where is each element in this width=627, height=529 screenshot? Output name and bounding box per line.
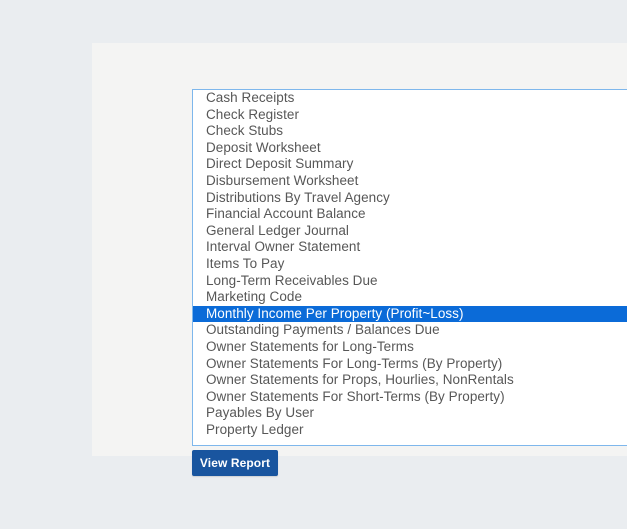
report-option[interactable]: Deposit Worksheet — [193, 140, 627, 157]
report-option[interactable]: Direct Deposit Summary — [193, 156, 627, 173]
report-listbox[interactable]: Cash Receipts Check Register Check Stubs De… — [192, 89, 627, 446]
report-option[interactable]: Interval Owner Statement — [193, 239, 627, 256]
report-option[interactable]: Property Ledger — [193, 422, 627, 439]
report-option[interactable]: Distributions By Travel Agency — [193, 190, 627, 207]
report-option-selected[interactable]: Monthly Income Per Property (Profit~Loss… — [193, 305, 627, 323]
report-option[interactable]: Owner Statements For Long-Terms (By Prop… — [193, 356, 627, 373]
report-option[interactable]: Check Stubs — [193, 123, 627, 140]
content-panel: Cash Receipts Check Register Check Stubs De… — [92, 43, 627, 476]
report-option[interactable]: Long-Term Receivables Due — [193, 273, 627, 290]
report-option[interactable]: Outstanding Payments / Balances Due — [193, 322, 627, 339]
view-report-button[interactable]: View Report — [192, 450, 278, 476]
report-option[interactable]: Owner Statements for Long-Terms — [193, 339, 627, 356]
report-option[interactable]: Financial Account Balance — [193, 206, 627, 223]
report-option[interactable]: Owner Statements For Short-Terms (By Pro… — [193, 389, 627, 406]
report-option[interactable]: Disbursement Worksheet — [193, 173, 627, 190]
report-option[interactable]: Marketing Code — [193, 289, 627, 306]
report-option[interactable]: Check Register — [193, 107, 627, 124]
report-option[interactable]: Items To Pay — [193, 256, 627, 273]
report-option[interactable]: Payables By User — [193, 405, 627, 422]
page-root: Cash Receipts Check Register Check Stubs De… — [0, 0, 627, 529]
report-option[interactable]: Owner Statements for Props, Hourlies, No… — [193, 372, 627, 389]
report-option[interactable]: General Ledger Journal — [193, 223, 627, 240]
report-option[interactable]: Cash Receipts — [193, 90, 627, 107]
